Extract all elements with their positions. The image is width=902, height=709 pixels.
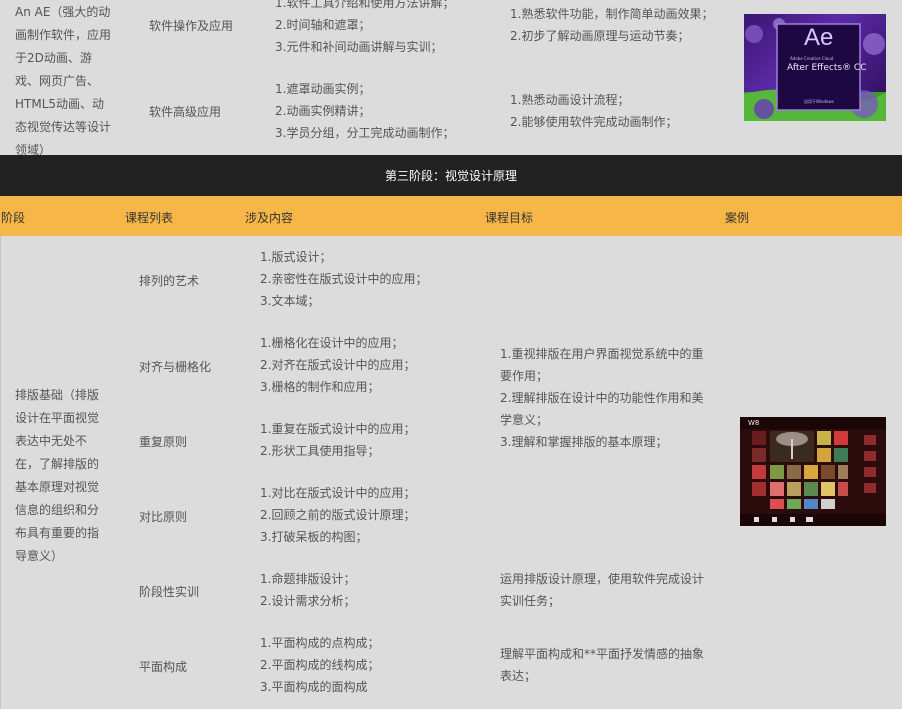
goal-line: 2.初步了解动画原理与运动节奏； [510,29,690,43]
content-line: 3.元件和补间动画讲解与实训； [275,40,443,54]
content-line: 2.形状工具使用指导； [260,444,380,458]
content-line: 2.对齐在版式设计中的应用； [260,358,416,372]
course-goal: 1.熟悉软件功能，制作简单动画效果； 2.初步了解动画原理与运动节奏； [510,3,713,47]
win8-tiles-icon [740,417,886,526]
course-name: 软件高级应用 [149,105,222,119]
prev-section: An AE（强大的动画制作软件，应用于2D动画、游戏、网页广告、HTML5动画、… [0,0,902,157]
course-name: 平面构成 [139,660,188,674]
course-content: 1.重复在版式设计中的应用； 2.形状工具使用指导； [260,418,415,462]
course-name: 对齐与栅格化 [139,360,212,374]
course-content: 1.遮罩动画实例； 2.动画实例精讲； 3.学员分组，分工完成动画制作； [275,78,454,144]
content-line: 1.命题排版设计； [260,572,356,586]
content-line: 2.设计需求分析； [260,594,356,608]
course-description: An AE（强大的动画制作软件，应用于2D动画、游戏、网页广告、HTML5动画、… [15,5,112,157]
content-line: 2.时间轴和遮罩； [275,18,371,32]
stage-table-body: 排版基础（排版设计在平面视觉表达中无处不在，了解排版的基本原理对视觉信息的组织和… [0,236,902,709]
header-goal: 课程目标 [485,211,534,225]
goal-line: 1.熟悉动画设计流程； [510,93,630,107]
composition-goal: 理解平面构成和**平面抒发情感的抽象表达； [500,647,705,683]
content-line: 1.平面构成的点构成； [260,636,380,650]
header-stage: 阶段 [1,211,26,225]
header-course: 课程列表 [125,211,174,225]
course-name: 排列的艺术 [139,274,200,288]
content-line: 1.重复在版式设计中的应用； [260,422,416,436]
content-line: 1.栅格化在设计中的应用； [260,336,404,350]
stage-title-band: 第三阶段：视觉设计原理 [0,155,902,196]
goal-line: 2.理解排版在设计中的功能性作用和美学意义； [500,391,704,427]
stage-description: 排版基础（排版设计在平面视觉表达中无处不在，了解排版的基本原理对视觉信息的组织和… [15,388,100,563]
ae-small-text: Adobe Creative Cloud [790,56,834,61]
content-line: 1.版式设计； [260,250,332,264]
course-name: 软件操作及应用 [149,19,234,33]
ae-logo: Ae [804,24,834,51]
content-line: 3.栅格的制作和应用； [260,380,380,394]
content-line: 3.平面构成的面构成 [260,680,368,694]
header-content: 涉及内容 [245,211,294,225]
header-case: 案例 [725,211,750,225]
course-content: 1.对比在版式设计中的应用； 2.回顾之前的版式设计原理； 3.打破呆板的构图； [260,482,415,548]
course-name: 阶段性实训 [139,585,200,599]
course-content: 1.版式设计； 2.亲密性在版式设计中的应用； 3.文本域； [260,246,427,312]
course-content: 1.栅格化在设计中的应用； 2.对齐在版式设计中的应用； 3.栅格的制作和应用； [260,332,415,398]
goal-line: 2.能够使用软件完成动画制作； [510,115,678,129]
group-goal: 1.重视排版在用户界面视觉系统中的重要作用； 2.理解排版在设计中的功能性作用和… [500,343,710,453]
goal-line: 3.理解和掌握排版的基本原理； [500,435,668,449]
course-content: 1.软件工具介绍和使用方法讲解； 2.时间轴和遮罩； 3.元件和补间动画讲解与实… [275,0,454,58]
content-line: 1.对比在版式设计中的应用； [260,486,416,500]
ae-footer: 适用于Windows [804,99,834,104]
after-effects-image: Ae Adobe Creative Cloud After Effects® C… [744,14,886,121]
goal-line: 1.重视排版在用户界面视觉系统中的重要作用； [500,347,704,383]
content-line: 3.学员分组，分工完成动画制作； [275,126,455,140]
table-header: 阶段 课程列表 涉及内容 课程目标 案例 [0,196,902,236]
content-line: 2.动画实例精讲； [275,104,371,118]
content-line: 2.亲密性在版式设计中的应用； [260,272,428,286]
content-line: 3.文本域； [260,294,320,308]
content-line: 2.回顾之前的版式设计原理； [260,508,416,522]
course-content: 1.命题排版设计； 2.设计需求分析； [260,568,355,612]
course-name: 对比原则 [139,510,188,524]
course-content: 1.平面构成的点构成； 2.平面构成的线构成； 3.平面构成的面构成 [260,632,379,698]
training-goal: 运用排版设计原理，使用软件完成设计实训任务； [500,572,705,608]
goal-line: 1.熟悉软件功能，制作简单动画效果； [510,7,714,21]
course-goal: 1.熟悉动画设计流程； 2.能够使用软件完成动画制作； [510,89,677,133]
stage-left-border [0,236,1,709]
win8-case-image: W8 [740,417,886,526]
content-line: 3.打破呆板的构图； [260,530,368,544]
content-line: 2.平面构成的线构成； [260,658,380,672]
stage-title: 第三阶段：视觉设计原理 [384,169,517,183]
win8-brand: W8 [748,419,760,427]
content-line: 1.软件工具介绍和使用方法讲解； [275,0,455,10]
course-name: 重复原则 [139,435,188,449]
ae-product-name: After Effects® CC [787,63,867,73]
content-line: 1.遮罩动画实例； [275,82,371,96]
